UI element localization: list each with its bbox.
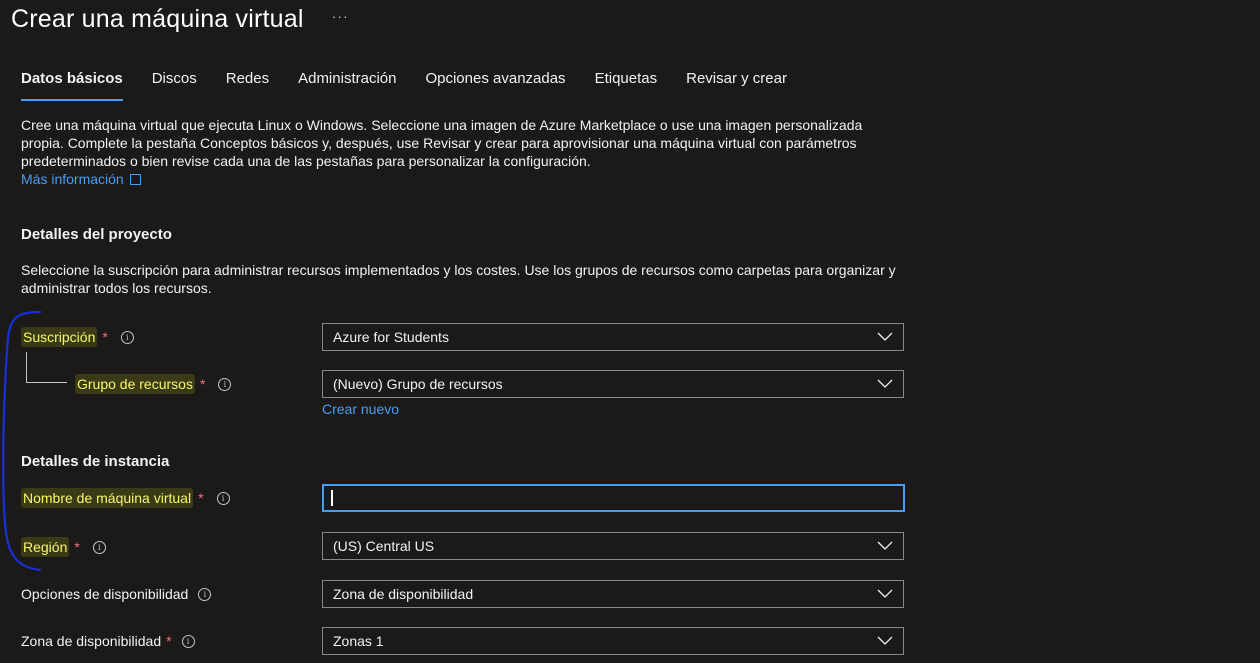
- project-details-description: Seleccione la suscripción para administr…: [21, 262, 896, 296]
- required-indicator: *: [199, 376, 206, 392]
- tab-bar: Datos básicos Discos Redes Administració…: [21, 68, 816, 101]
- info-icon[interactable]: i: [92, 540, 106, 554]
- subscription-value: Azure for Students: [333, 329, 449, 345]
- project-details-heading: Detalles del proyecto: [21, 226, 172, 243]
- text-cursor: [331, 490, 333, 506]
- create-vm-page: Crear una máquina virtual ··· Datos bási…: [0, 0, 1260, 663]
- tab-datos-basicos[interactable]: Datos básicos: [21, 68, 123, 101]
- availability-zone-dropdown[interactable]: Zonas 1: [322, 627, 904, 655]
- tab-revisar-y-crear[interactable]: Revisar y crear: [686, 68, 787, 101]
- subscription-dropdown[interactable]: Azure for Students: [322, 323, 904, 351]
- availability-zone-value: Zonas 1: [333, 633, 384, 649]
- availability-options-label: Opciones de disponibilidad i: [21, 580, 212, 608]
- create-new-link[interactable]: Crear nuevo: [322, 401, 399, 417]
- region-label-text: Región: [21, 537, 70, 557]
- resource-group-value: (Nuevo) Grupo de recursos: [333, 376, 503, 392]
- learn-more-label: Más información: [21, 171, 124, 187]
- subscription-label-text: Suscripción: [21, 327, 98, 347]
- learn-more-link[interactable]: Más información: [21, 171, 141, 187]
- availability-zone-label: Zona de disponibilidad * i: [21, 627, 195, 655]
- region-value: (US) Central US: [333, 538, 435, 554]
- region-dropdown[interactable]: (US) Central US: [322, 532, 904, 560]
- chevron-down-icon: [877, 332, 893, 342]
- resource-group-label-text: Grupo de recursos: [75, 374, 195, 394]
- chevron-down-icon: [877, 379, 893, 389]
- chevron-down-icon: [877, 636, 893, 646]
- required-indicator: *: [102, 329, 108, 345]
- vm-name-label: Nombre de máquina virtual * i: [21, 484, 230, 512]
- tab-opciones-avanzadas[interactable]: Opciones avanzadas: [425, 68, 565, 101]
- external-link-icon: [129, 174, 141, 185]
- info-icon[interactable]: i: [198, 587, 212, 601]
- info-icon[interactable]: i: [216, 491, 230, 505]
- resource-group-label: Grupo de recursos * i: [75, 370, 232, 398]
- intro-description: Cree una máquina virtual que ejecuta Lin…: [21, 117, 863, 169]
- required-indicator: *: [74, 539, 80, 555]
- required-indicator: *: [198, 490, 204, 506]
- instance-details-heading: Detalles de instancia: [21, 453, 170, 470]
- intro-text: Cree una máquina virtual que ejecuta Lin…: [21, 116, 901, 188]
- availability-options-value: Zona de disponibilidad: [333, 586, 474, 602]
- region-label: Región * i: [21, 533, 106, 561]
- tab-redes[interactable]: Redes: [226, 68, 269, 101]
- availability-zone-label-text: Zona de disponibilidad: [21, 633, 162, 649]
- tab-discos[interactable]: Discos: [152, 68, 197, 101]
- more-options-icon[interactable]: ···: [332, 8, 349, 30]
- vm-name-label-text: Nombre de máquina virtual: [21, 488, 194, 508]
- tab-etiquetas[interactable]: Etiquetas: [595, 68, 658, 101]
- resource-group-dropdown[interactable]: (Nuevo) Grupo de recursos: [322, 370, 904, 398]
- required-indicator: *: [166, 633, 172, 649]
- availability-options-label-text: Opciones de disponibilidad: [21, 586, 189, 602]
- title-row: Crear una máquina virtual ···: [11, 2, 349, 36]
- page-title: Crear una máquina virtual: [11, 4, 304, 33]
- tree-connector: [26, 352, 67, 383]
- tab-administracion[interactable]: Administración: [298, 68, 396, 101]
- chevron-down-icon: [877, 589, 893, 599]
- vm-name-input[interactable]: [322, 484, 905, 512]
- info-icon[interactable]: i: [120, 330, 134, 344]
- chevron-down-icon: [877, 541, 893, 551]
- subscription-label: Suscripción * i: [21, 323, 134, 351]
- info-icon[interactable]: i: [181, 634, 195, 648]
- info-icon[interactable]: i: [218, 377, 232, 391]
- availability-options-dropdown[interactable]: Zona de disponibilidad: [322, 580, 904, 608]
